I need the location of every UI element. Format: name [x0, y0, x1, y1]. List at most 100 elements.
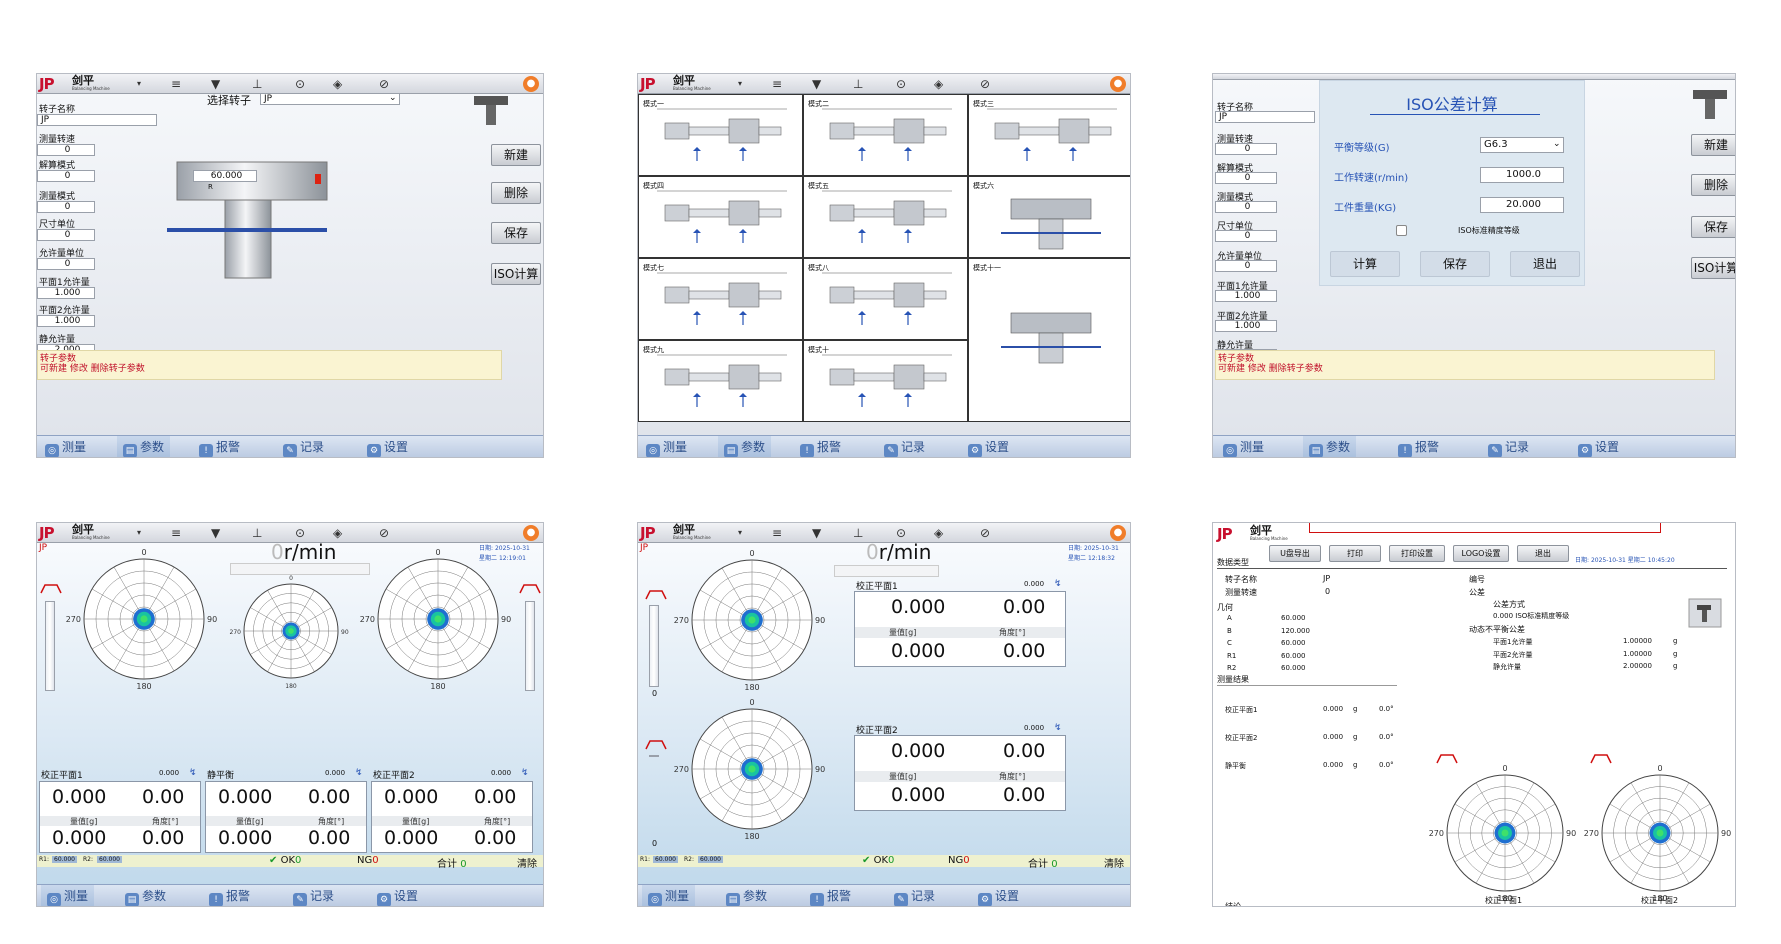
user-icon[interactable]: ● [523, 525, 539, 541]
nav-measure[interactable]: ◎ 测量 [642, 436, 691, 457]
grade-select[interactable]: G6.3 [1480, 137, 1564, 153]
nav-record[interactable]: ✎ 记录 [293, 885, 334, 906]
nav-alarm[interactable]: ! 报警 [1398, 436, 1439, 457]
clear-button[interactable]: 清除 [517, 855, 537, 870]
save-button[interactable]: 保存 [1420, 251, 1490, 277]
rotor-shape-icon[interactable]: ◈ [934, 76, 943, 92]
menu-icon[interactable]: ≡ [171, 76, 181, 92]
axis-icon[interactable]: ⊥ [853, 76, 863, 92]
mode-card[interactable]: 模式六 [968, 176, 1130, 258]
rotor-shape-icon[interactable]: ◈ [333, 76, 342, 92]
iso-calc-button[interactable]: ISO计算 [491, 263, 541, 285]
dropdown-arrow-icon[interactable]: ▾ [137, 525, 141, 541]
new-button[interactable]: 新建 [491, 144, 541, 166]
nav-settings[interactable]: ⚙ 设置 [968, 436, 1009, 457]
plane2-tolerance-input[interactable]: 1.000 [37, 315, 95, 327]
calculate-button[interactable]: 计算 [1330, 251, 1400, 277]
dropdown-arrow-icon[interactable]: ▾ [738, 525, 742, 541]
measure-mode-input[interactable]: 0 [37, 201, 95, 213]
rotor-shape-icon[interactable]: ◈ [333, 525, 342, 541]
mode-card[interactable]: 模式二 [803, 94, 968, 176]
axis-icon[interactable]: ⊥ [252, 76, 262, 92]
axis-icon[interactable]: ⊥ [252, 525, 262, 541]
size-unit-input[interactable]: 0 [1215, 230, 1277, 242]
delete-button[interactable]: 删除 [1691, 174, 1735, 196]
user-icon[interactable]: ● [1110, 525, 1126, 541]
logo-settings-button[interactable]: LOGO设置 [1453, 545, 1509, 562]
user-icon[interactable]: ● [1110, 76, 1126, 92]
nav-record[interactable]: ✎ 记录 [884, 436, 925, 457]
nav-alarm[interactable]: ! 报警 [209, 885, 250, 906]
gauge-icon[interactable]: ⊘ [379, 76, 389, 92]
gauge-icon[interactable]: ⊘ [980, 525, 990, 541]
rotor-select[interactable]: JP [260, 93, 400, 105]
mode-card[interactable]: 模式九 [638, 340, 803, 422]
mode-card[interactable]: 模式三 [968, 94, 1130, 176]
exit-button[interactable]: 退出 [1510, 251, 1580, 277]
dial-icon[interactable]: ⊙ [896, 76, 906, 92]
user-icon[interactable]: ● [523, 76, 539, 92]
clear-button[interactable]: 清除 [1104, 855, 1124, 870]
tolerance-unit-input[interactable]: 0 [1215, 260, 1277, 272]
speed-input[interactable]: 0 [37, 144, 95, 156]
dial-icon[interactable]: ⊙ [295, 76, 305, 92]
print-button[interactable]: 打印 [1329, 545, 1381, 562]
mode-card[interactable]: 模式十 [803, 340, 968, 422]
nav-params[interactable]: ▤ 参数 [726, 885, 767, 906]
nav-measure[interactable]: ◎ 测量 [1219, 436, 1268, 457]
nav-record[interactable]: ✎ 记录 [1488, 436, 1529, 457]
mode-card[interactable]: 模式七 [638, 258, 803, 340]
nav-record[interactable]: ✎ 记录 [283, 436, 324, 457]
rotor-type-icon[interactable] [1693, 90, 1729, 120]
menu-icon[interactable]: ≡ [772, 76, 782, 92]
exit-button[interactable]: 退出 [1517, 545, 1569, 562]
nav-record[interactable]: ✎ 记录 [894, 885, 935, 906]
dropdown-arrow-icon[interactable]: ▾ [738, 76, 742, 92]
nav-params[interactable]: ▤ 参数 [1303, 436, 1357, 457]
save-button[interactable]: 保存 [491, 222, 541, 244]
rotor-name-input[interactable]: JP [37, 114, 157, 126]
new-button[interactable]: 新建 [1691, 134, 1735, 156]
mode-card[interactable]: 模式四 [638, 176, 803, 258]
nav-measure[interactable]: ◎ 测量 [41, 885, 95, 906]
delete-button[interactable]: 删除 [491, 182, 541, 204]
nav-params[interactable]: ▤ 参数 [117, 436, 171, 457]
gauge-icon[interactable]: ⊘ [980, 76, 990, 92]
plane1-tolerance-input[interactable]: 1.000 [37, 287, 95, 299]
mode-card[interactable]: 模式一 [638, 94, 803, 176]
nav-settings[interactable]: ⚙ 设置 [367, 436, 408, 457]
print-settings-button[interactable]: 打印设置 [1389, 545, 1445, 562]
nav-measure[interactable]: ◎ 测量 [41, 436, 90, 457]
dimension-input[interactable]: 60.000 [193, 170, 257, 182]
rotor-type-icon[interactable] [474, 96, 510, 126]
mode-card[interactable]: 模式八 [803, 258, 968, 340]
nav-params[interactable]: ▤ 参数 [718, 436, 772, 457]
nav-settings[interactable]: ⚙ 设置 [978, 885, 1019, 906]
speed-input[interactable]: 0 [1215, 143, 1277, 155]
mode-card[interactable]: 模式十一 [968, 258, 1130, 422]
nav-params[interactable]: ▤ 参数 [125, 885, 166, 906]
weight-input[interactable]: 20.000 [1480, 197, 1564, 213]
save-button[interactable]: 保存 [1691, 216, 1735, 238]
measure-mode-input[interactable]: 0 [1215, 201, 1277, 213]
nav-settings[interactable]: ⚙ 设置 [377, 885, 418, 906]
gauge-icon[interactable]: ⊘ [379, 525, 389, 541]
iso-calc-button[interactable]: ISO计算 [1691, 257, 1735, 279]
axis-icon[interactable]: ⊥ [853, 525, 863, 541]
down-triangle-icon[interactable]: ▼ [812, 76, 821, 92]
down-triangle-icon[interactable]: ▼ [812, 525, 821, 541]
nav-settings[interactable]: ⚙ 设置 [1578, 436, 1619, 457]
rotor-shape-icon[interactable]: ◈ [934, 525, 943, 541]
usb-export-button[interactable]: U盘导出 [1269, 545, 1321, 562]
rotor-name-input[interactable]: JP [1215, 111, 1315, 123]
mode-card[interactable]: 模式五 [803, 176, 968, 258]
iso-standard-checkbox[interactable] [1396, 225, 1407, 236]
tolerance-unit-input[interactable]: 0 [37, 258, 95, 270]
plane2-tolerance-input[interactable]: 1.000 [1215, 320, 1277, 332]
menu-icon[interactable]: ≡ [171, 525, 181, 541]
solve-mode-input[interactable]: 0 [1215, 172, 1277, 184]
dial-icon[interactable]: ⊙ [295, 525, 305, 541]
dial-icon[interactable]: ⊙ [896, 525, 906, 541]
solve-mode-input[interactable]: 0 [37, 170, 95, 182]
nav-alarm[interactable]: ! 报警 [810, 885, 851, 906]
